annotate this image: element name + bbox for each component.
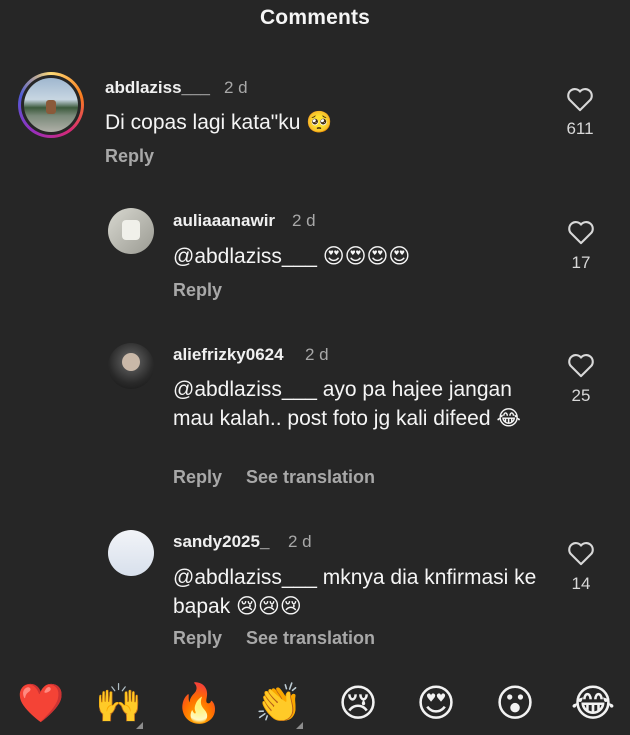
- comment-text: @abdlaziss___ mknya dia knfirmasi ke bap…: [173, 566, 537, 618]
- like-count: 17: [571, 253, 591, 272]
- reply-button[interactable]: Reply: [173, 628, 222, 649]
- tears-of-joy-emoji-icon[interactable]: 😂: [570, 680, 616, 726]
- like-heart-icon[interactable]: [567, 540, 595, 566]
- avatar: [24, 78, 78, 132]
- comment-username[interactable]: aliefrizky0624: [173, 345, 284, 365]
- comment-text: Di copas lagi kata"ku 🥺: [105, 111, 333, 134]
- page-title: Comments: [259, 6, 371, 29]
- raising-hands-emoji-icon[interactable]: 🙌: [95, 680, 142, 726]
- avatar[interactable]: [108, 208, 154, 254]
- comment-time: 2 d: [288, 532, 312, 551]
- avatar[interactable]: [108, 343, 154, 389]
- story-ring[interactable]: [18, 72, 84, 138]
- see-translation-link[interactable]: See translation: [246, 467, 375, 488]
- like-heart-icon[interactable]: [567, 219, 595, 245]
- comment-username[interactable]: abdlaziss___: [105, 78, 210, 98]
- comment-username[interactable]: sandy2025_: [173, 532, 269, 552]
- reply-button[interactable]: Reply: [105, 146, 154, 167]
- like-count: 14: [571, 574, 591, 593]
- see-translation-link[interactable]: See translation: [246, 628, 375, 649]
- fire-emoji-icon[interactable]: 🔥: [175, 680, 222, 726]
- clapping-hands-emoji-icon[interactable]: 👏: [255, 680, 302, 726]
- surprised-face-emoji-icon[interactable]: 😮: [492, 680, 538, 726]
- comment-username[interactable]: auliaaanawir: [173, 211, 275, 231]
- heart-emoji-icon[interactable]: ❤️: [17, 680, 64, 726]
- avatar[interactable]: [108, 530, 154, 576]
- heart-eyes-emoji-icon[interactable]: 😍: [413, 680, 459, 726]
- emoji-reaction-bar: ❤️ 🙌 🔥 👏 😢 😍 😮 😂: [0, 680, 630, 730]
- skin-tone-indicator-icon: [136, 722, 143, 729]
- skin-tone-indicator-icon: [296, 722, 303, 729]
- comment-time: 2 d: [224, 78, 248, 97]
- like-heart-icon[interactable]: [567, 352, 595, 378]
- comment-text: @abdlaziss___ 😍😍😍😍: [173, 245, 411, 268]
- like-count: 25: [571, 386, 591, 405]
- like-heart-icon[interactable]: [566, 86, 594, 112]
- reply-button[interactable]: Reply: [173, 280, 222, 301]
- like-count: 611: [566, 119, 594, 138]
- comment-time: 2 d: [305, 345, 329, 364]
- comment-time: 2 d: [292, 211, 316, 230]
- reply-button[interactable]: Reply: [173, 467, 222, 488]
- comment-text: @abdlaziss___ ayo pa hajee jangan mau ka…: [173, 378, 521, 430]
- crying-face-emoji-icon[interactable]: 😢: [335, 680, 381, 726]
